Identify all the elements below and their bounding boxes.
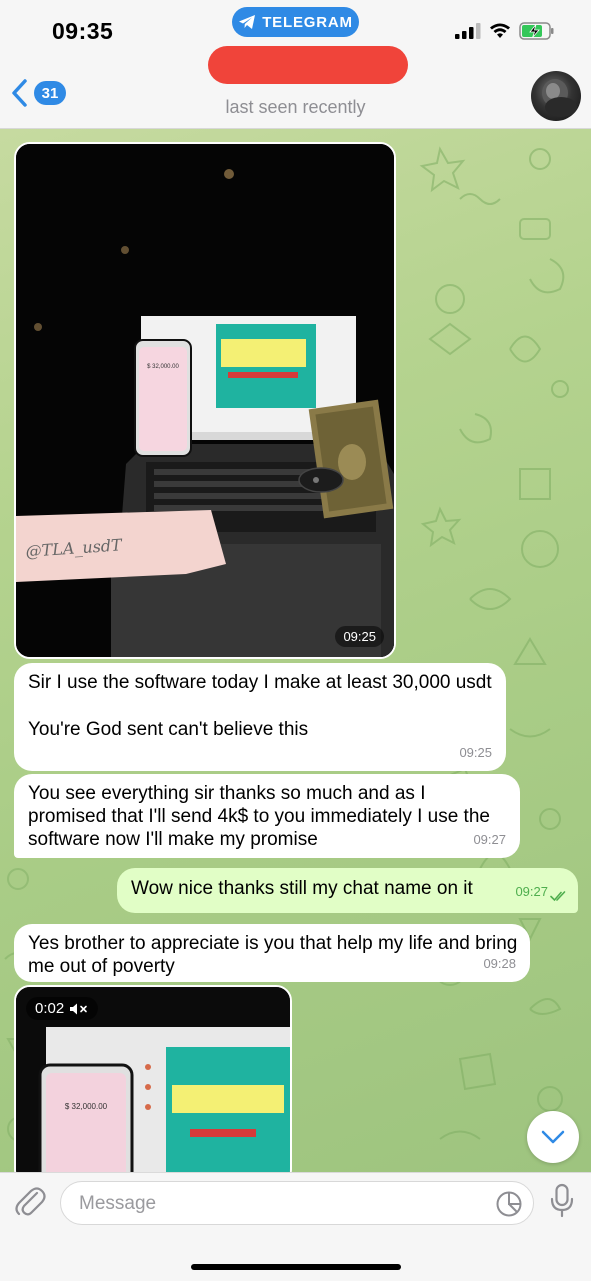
attach-button[interactable]: [13, 1183, 47, 1224]
avatar[interactable]: [531, 71, 581, 121]
incoming-message[interactable]: Sir I use the software today I make at l…: [14, 663, 506, 771]
avatar-image: [542, 79, 577, 117]
battery-icon: [519, 22, 554, 40]
message-text: You see everything sir thanks so much an…: [28, 783, 490, 850]
message-input[interactable]: [77, 1182, 481, 1226]
video-message[interactable]: $ 32,000.00 0:02: [14, 985, 292, 1172]
telegram-pill-label: TELEGRAM: [262, 13, 353, 31]
sticker-button[interactable]: [495, 1190, 523, 1223]
video-duration-text: 0:02: [35, 1000, 65, 1017]
sticker-icon: [496, 1191, 522, 1217]
wifi-icon: [490, 23, 510, 38]
chat-area[interactable]: $ 32,000.00 @TLA_usdT 09:25 Sir I use th…: [0, 129, 591, 1172]
message-text: Yes brother to appreciate is you that he…: [28, 933, 518, 977]
telegram-icon: [239, 15, 256, 29]
message-time: 09:28: [483, 956, 516, 971]
telegram-pill[interactable]: TELEGRAM: [232, 7, 359, 37]
chat-header: 31 my world last seen recently: [0, 46, 591, 129]
photo-phone-balance: $ 32,000.00: [147, 364, 179, 370]
chevron-down-icon: [541, 1130, 565, 1144]
redaction-mark: [208, 46, 408, 84]
wallpaper-doodles: [419, 146, 569, 1140]
message-text: Wow nice thanks still my chat name on it: [131, 878, 473, 899]
scroll-to-bottom-button[interactable]: [527, 1111, 579, 1163]
read-checks-icon: [550, 891, 566, 902]
message-time: 09:27: [473, 832, 506, 847]
incoming-message[interactable]: You see everything sir thanks so much an…: [14, 774, 520, 858]
message-time: 09:27: [515, 884, 548, 899]
chat-subtitle: last seen recently: [225, 97, 366, 117]
video-duration: 0:02: [26, 997, 99, 1020]
status-icons: [455, 22, 555, 40]
signal-icon: [455, 23, 481, 39]
attach-icon: [15, 1187, 46, 1216]
message-time: 09:25: [459, 745, 492, 760]
photo-time: 09:25: [335, 626, 384, 647]
mic-icon: [550, 1183, 574, 1218]
photo-message[interactable]: $ 32,000.00 @TLA_usdT 09:25: [14, 142, 396, 659]
mute-icon[interactable]: [69, 1002, 89, 1016]
photo-image: $ 32,000.00 @TLA_usdT: [16, 144, 394, 657]
incoming-message[interactable]: Yes brother to appreciate is you that he…: [14, 924, 530, 982]
status-time: 09:35: [52, 18, 114, 44]
message-input-wrapper[interactable]: [60, 1181, 534, 1226]
voice-message-button[interactable]: [549, 1183, 575, 1224]
input-bar: [0, 1172, 591, 1281]
message-text: You're God sent can't believe this: [28, 719, 309, 740]
outgoing-message[interactable]: Wow nice thanks still my chat name on it…: [117, 868, 578, 913]
message-text: Sir I use the software today I make at l…: [28, 672, 492, 693]
home-indicator[interactable]: [191, 1264, 401, 1270]
video-phone-balance: $ 32,000.00: [65, 1102, 108, 1111]
